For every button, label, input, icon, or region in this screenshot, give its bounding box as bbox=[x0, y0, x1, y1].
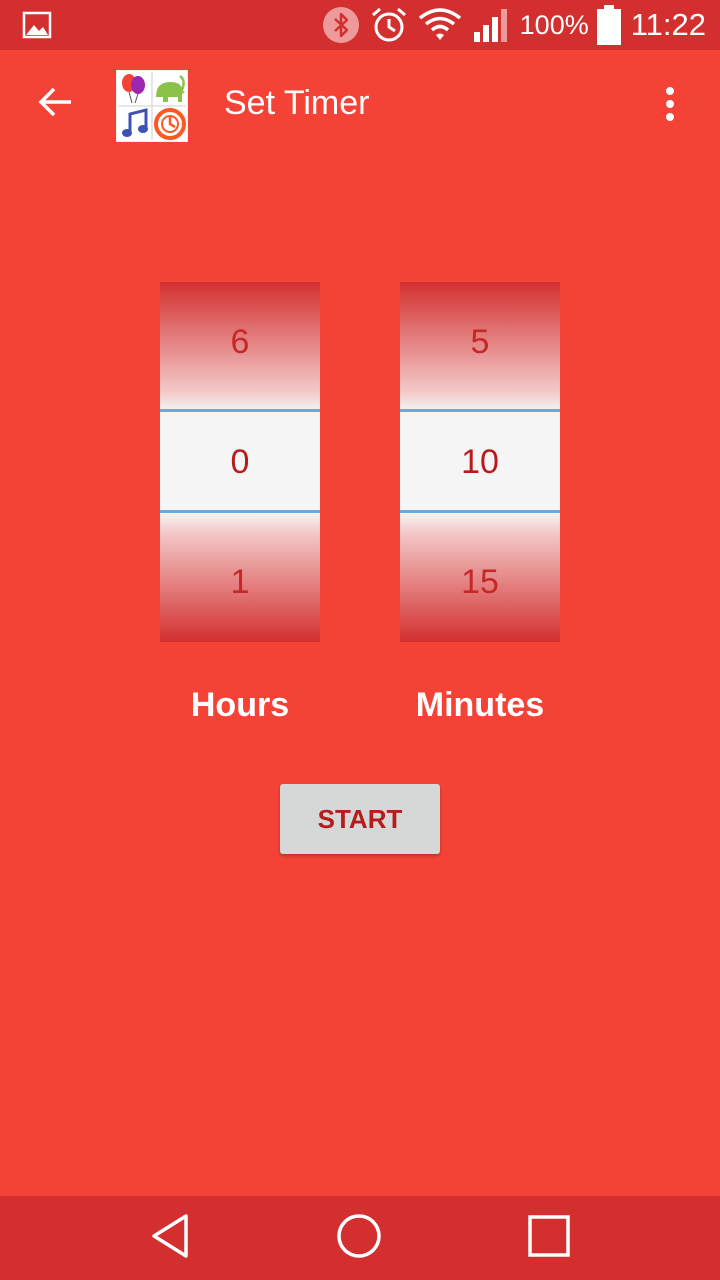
app-logo bbox=[115, 69, 189, 143]
square-recents-icon bbox=[527, 1214, 571, 1262]
start-button[interactable]: START bbox=[280, 784, 440, 854]
hours-selected-value[interactable]: 0 bbox=[160, 402, 320, 522]
circle-home-icon bbox=[336, 1213, 382, 1263]
bluetooth-icon bbox=[322, 6, 360, 44]
image-icon bbox=[22, 11, 52, 39]
triangle-back-icon bbox=[148, 1212, 192, 1264]
status-bar: 100% 11:22 bbox=[0, 0, 720, 50]
nav-recents-button[interactable] bbox=[519, 1208, 579, 1268]
back-button[interactable] bbox=[26, 74, 86, 134]
page-title: Set Timer bbox=[224, 84, 370, 122]
minutes-selected-value[interactable]: 10 bbox=[400, 402, 560, 522]
nav-back-button[interactable] bbox=[140, 1208, 200, 1268]
arrow-left-icon bbox=[38, 84, 74, 124]
app-bar: Set Timer bbox=[0, 50, 720, 162]
hours-label: Hours bbox=[190, 686, 290, 724]
minutes-picker[interactable]: 5 10 15 bbox=[400, 282, 560, 642]
minutes-option-above[interactable]: 5 bbox=[400, 282, 560, 402]
hours-picker[interactable]: 6 0 1 bbox=[160, 282, 320, 642]
navigation-bar bbox=[0, 1196, 720, 1280]
battery-icon bbox=[596, 5, 621, 45]
minutes-divider-bottom bbox=[400, 510, 560, 513]
hours-divider-bottom bbox=[160, 510, 320, 513]
hours-option-below[interactable]: 1 bbox=[160, 522, 320, 642]
wifi-icon bbox=[418, 8, 462, 42]
overflow-menu-button[interactable] bbox=[640, 76, 700, 136]
more-vert-icon bbox=[664, 86, 676, 126]
minutes-option-below[interactable]: 15 bbox=[400, 522, 560, 642]
minutes-label: Minutes bbox=[415, 686, 545, 724]
hours-option-above[interactable]: 6 bbox=[160, 282, 320, 402]
signal-icon bbox=[472, 6, 512, 44]
clock: 11:22 bbox=[630, 7, 706, 42]
alarm-icon bbox=[370, 6, 408, 44]
nav-home-button[interactable] bbox=[329, 1208, 389, 1268]
battery-percent: 100% bbox=[519, 9, 589, 40]
